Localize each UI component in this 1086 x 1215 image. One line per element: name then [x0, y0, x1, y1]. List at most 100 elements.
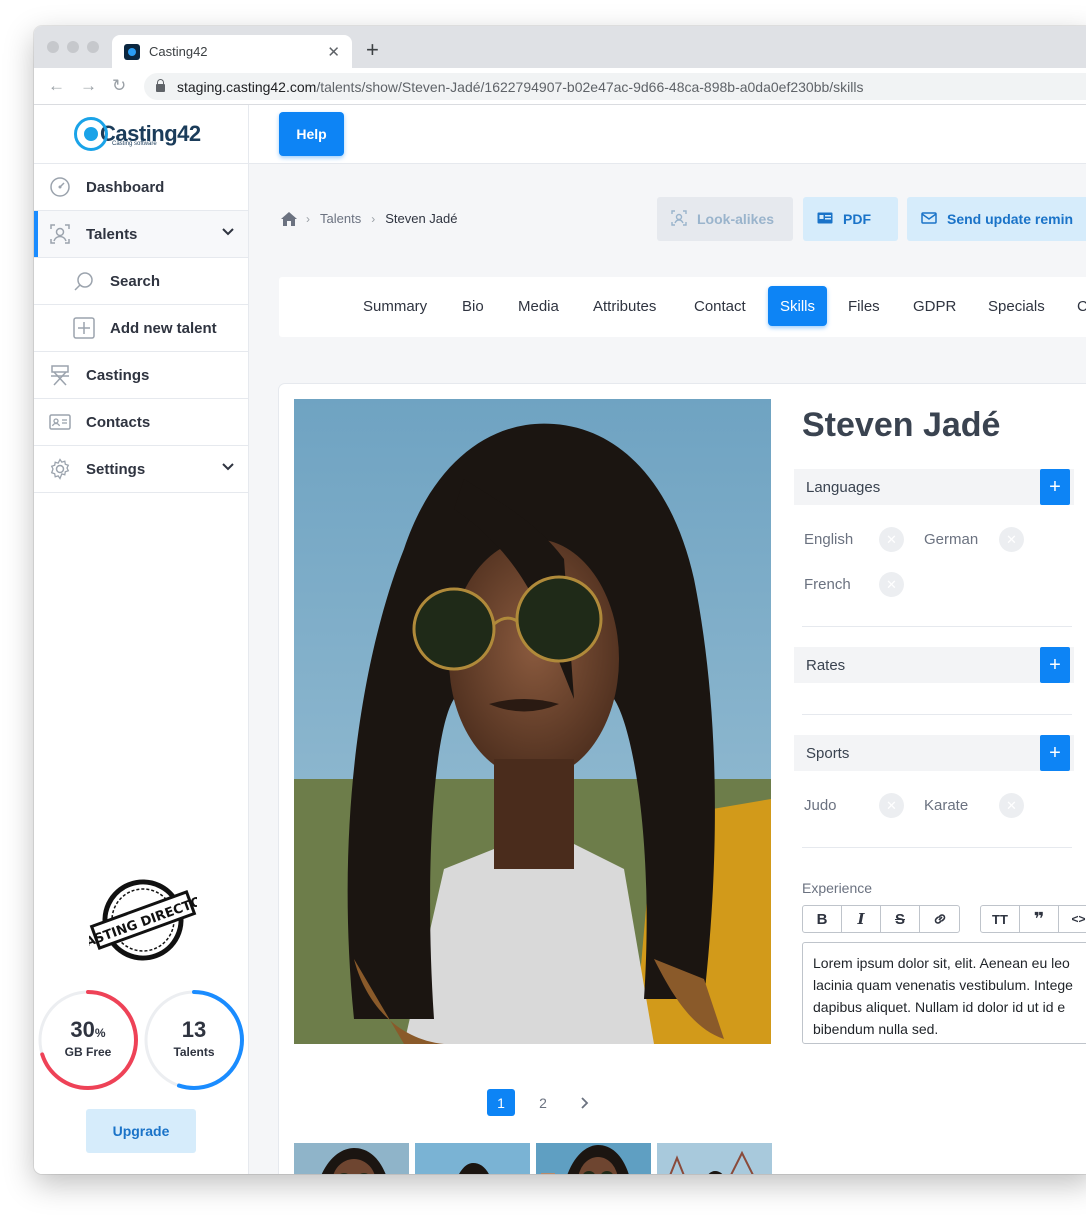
tab-media[interactable]: Media [518, 286, 559, 326]
browser-window: Casting42 ✕ + ← → ↻ staging.casting42.co… [34, 26, 1086, 1174]
tab-attributes[interactable]: Attributes [593, 286, 656, 326]
sport-label: Judo [804, 797, 837, 814]
minimize-window-button[interactable] [67, 41, 79, 53]
talents-icon [48, 223, 72, 245]
tab-more[interactable]: C [1077, 286, 1086, 326]
add-icon [72, 317, 96, 339]
close-window-button[interactable] [47, 41, 59, 53]
remove-icon[interactable]: ✕ [999, 793, 1024, 818]
remove-icon[interactable]: ✕ [879, 572, 904, 597]
add-language-button[interactable]: + [1040, 469, 1070, 505]
new-tab-icon[interactable]: + [366, 37, 379, 63]
pdf-button[interactable]: PDF [803, 197, 898, 241]
sidebar-item-label: Contacts [86, 413, 151, 431]
tab-skills[interactable]: Skills [768, 286, 828, 326]
sidebar-item-castings[interactable]: Castings [34, 352, 248, 399]
look-alikes-icon [671, 209, 687, 229]
browser-toolbar: ← → ↻ staging.casting42.com/talents/show… [34, 68, 1086, 105]
strikethrough-icon[interactable]: S [881, 906, 920, 932]
talent-tabs: Summary Bio Media Attributes Contact Ski… [279, 277, 1086, 337]
divider [802, 626, 1072, 627]
thumbnail[interactable] [294, 1143, 409, 1174]
divider [802, 714, 1072, 715]
tab-bio[interactable]: Bio [462, 286, 484, 326]
logo[interactable]: Casting42 Casting software [34, 105, 248, 164]
browser-tab[interactable]: Casting42 ✕ [112, 35, 352, 68]
block-group: TT ❞ <> [980, 905, 1086, 933]
language-list: English ✕ German ✕ French ✕ [794, 505, 1074, 607]
thumbnail[interactable] [536, 1143, 651, 1174]
back-icon[interactable]: ← [48, 76, 65, 96]
italic-icon[interactable]: I [842, 906, 881, 932]
send-update-label: Send update remin [947, 211, 1074, 227]
tab-contact[interactable]: Contact [694, 286, 746, 326]
language-chip: French ✕ [804, 562, 924, 607]
gear-icon [48, 458, 72, 480]
help-button[interactable]: Help [279, 112, 344, 156]
bold-icon[interactable]: B [803, 906, 842, 932]
tab-specials[interactable]: Specials [988, 286, 1045, 326]
maximize-window-button[interactable] [87, 41, 99, 53]
sport-chip: Karate ✕ [924, 783, 1044, 828]
talents-gauge: 13 Talents [144, 1017, 244, 1059]
sidebar-item-add-new-talent[interactable]: Add new talent [34, 305, 248, 352]
logo-subtitle: Casting software [112, 141, 157, 147]
experience-editor[interactable]: Lorem ipsum dolor sit, elit. Aenean eu l… [802, 942, 1086, 1044]
quote-icon[interactable]: ❞ [1020, 906, 1059, 932]
director-chair-icon [48, 364, 72, 386]
talent-photo[interactable] [294, 399, 771, 1044]
sidebar-item-talents[interactable]: Talents [34, 211, 248, 258]
add-rate-button[interactable]: + [1040, 647, 1070, 683]
heading-icon[interactable]: TT [981, 906, 1020, 932]
chevron-right-icon[interactable] [571, 1089, 599, 1116]
divider [802, 847, 1072, 848]
upgrade-button[interactable]: Upgrade [86, 1109, 196, 1153]
remove-icon[interactable]: ✕ [879, 527, 904, 552]
language-label: English [804, 531, 854, 548]
rates-header: Rates + [794, 647, 1074, 683]
breadcrumb-separator-icon: › [306, 211, 310, 226]
breadcrumb: › Talents › Steven Jadé [281, 211, 457, 226]
look-alikes-label: Look-alikes [697, 211, 775, 227]
close-tab-icon[interactable]: ✕ [327, 43, 340, 61]
tab-summary[interactable]: Summary [363, 286, 427, 326]
sidebar-item-settings[interactable]: Settings [34, 446, 248, 493]
talents-count: 13 [181, 1017, 207, 1042]
sidebar-item-search[interactable]: Search [34, 258, 248, 305]
tab-strip: Casting42 ✕ + [34, 26, 1086, 68]
code-icon[interactable]: <> [1059, 906, 1086, 932]
sports-title: Sports [806, 744, 850, 762]
look-alikes-button[interactable]: Look-alikes [657, 197, 793, 241]
sidebar-item-contacts[interactable]: Contacts [34, 399, 248, 446]
page-2-button[interactable]: 2 [529, 1089, 557, 1116]
reload-icon[interactable]: ↻ [112, 76, 126, 96]
home-icon[interactable] [281, 212, 297, 226]
window-controls[interactable] [47, 41, 99, 53]
add-sport-button[interactable]: + [1040, 735, 1070, 771]
tab-files[interactable]: Files [848, 286, 880, 326]
url-path: /talents/show/Steven-Jadé/1622794907-b02… [316, 78, 864, 95]
forward-icon[interactable]: → [80, 76, 97, 96]
talents-label: Talents [173, 1045, 215, 1059]
experience-line: lacinia quam venenatis vestibulum. Integ… [813, 977, 1073, 993]
sidebar-item-dashboard[interactable]: Dashboard [34, 164, 248, 211]
thumbnail[interactable] [657, 1143, 772, 1174]
sport-list: Judo ✕ Karate ✕ [794, 771, 1074, 828]
experience-line: bibendum nulla sed. [813, 1021, 939, 1037]
send-update-reminder-button[interactable]: Send update remin [907, 197, 1086, 241]
thumbnail[interactable] [415, 1143, 530, 1174]
breadcrumb-talents[interactable]: Talents [320, 211, 361, 226]
sports-header: Sports + [794, 735, 1074, 771]
sport-label: Karate [924, 797, 969, 814]
sidebar: Casting42 Casting software Dashboard Tal… [34, 105, 249, 1174]
remove-icon[interactable]: ✕ [879, 793, 904, 818]
link-icon[interactable] [920, 906, 959, 932]
top-bar: Help [249, 105, 1086, 164]
storage-gauge: 30% GB Free [38, 1017, 138, 1059]
page-1-button[interactable]: 1 [487, 1089, 515, 1116]
tab-gdpr[interactable]: GDPR [913, 286, 956, 326]
remove-icon[interactable]: ✕ [999, 527, 1024, 552]
search-icon [72, 270, 96, 292]
storage-value: 30% [70, 1017, 106, 1042]
address-bar[interactable]: staging.casting42.com/talents/show/Steve… [144, 73, 1086, 100]
